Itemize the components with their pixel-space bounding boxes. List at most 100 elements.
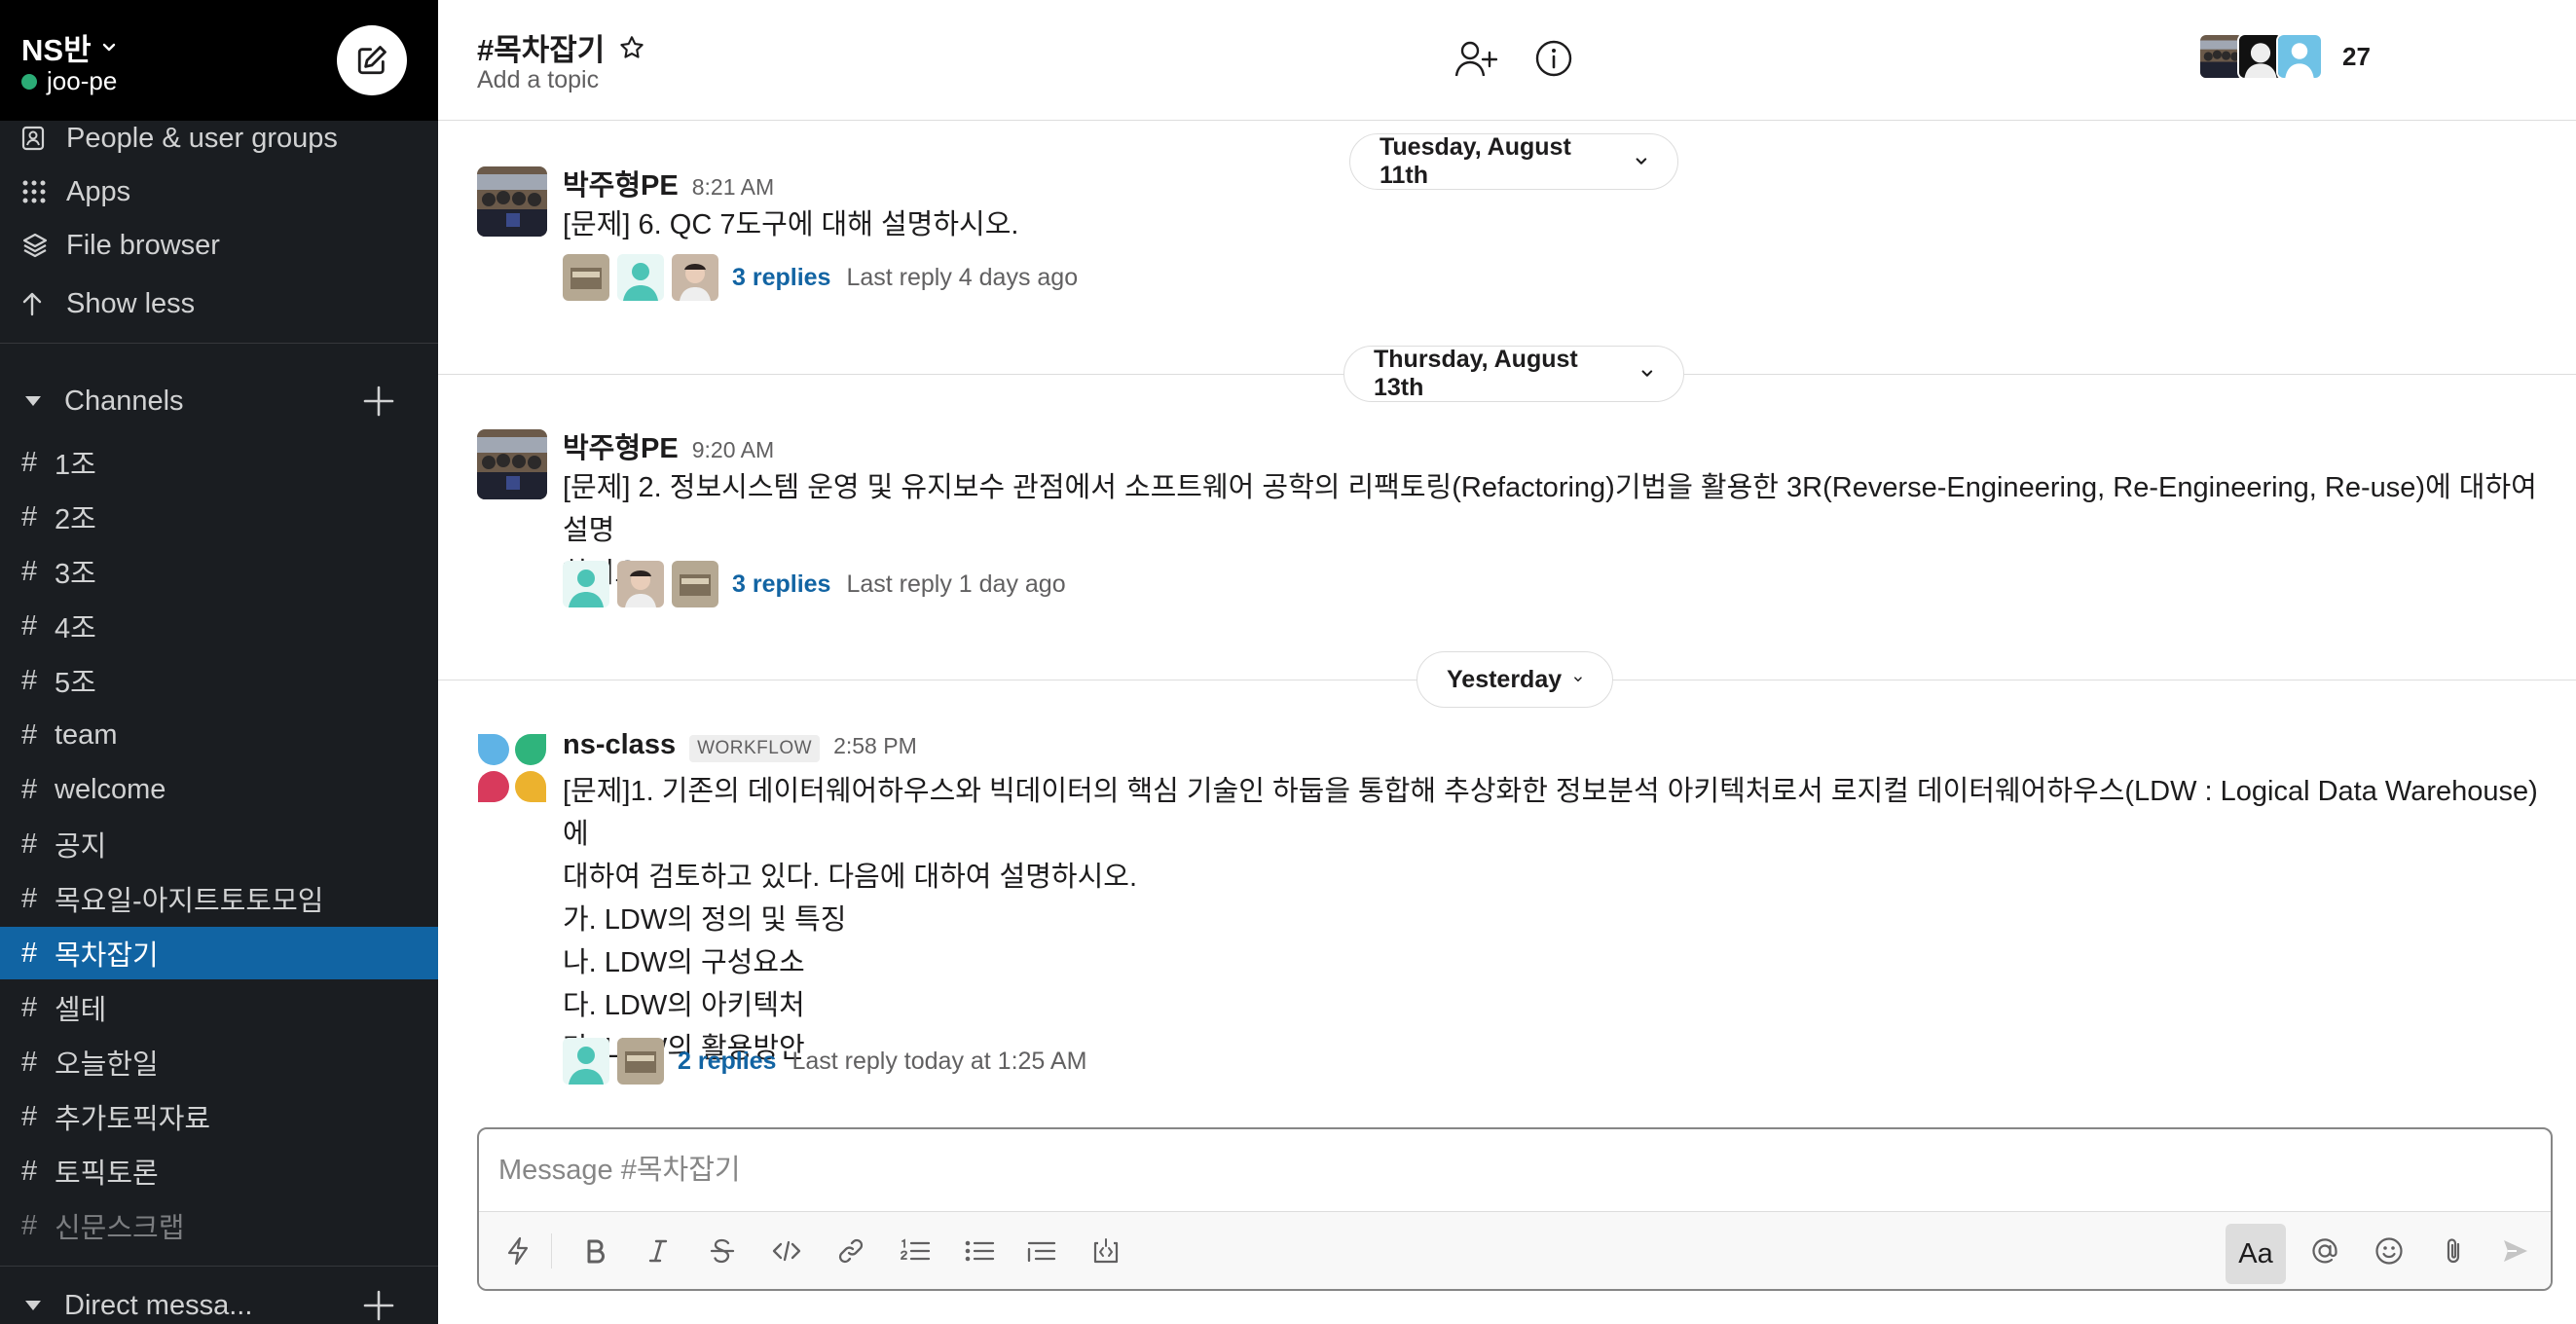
current-user[interactable]: joo-pe (21, 66, 117, 96)
message-author[interactable]: ns-class (563, 729, 676, 761)
channel-hash-icon: # (21, 991, 38, 1023)
sidebar-item-show-less[interactable]: Show less (0, 277, 438, 330)
sidebar-item-channel[interactable]: # 토픽토론 (0, 1145, 438, 1197)
people-icon (21, 126, 45, 151)
date-divider-label: Thursday, August 13th (1374, 346, 1578, 401)
channel-details-button[interactable] (1530, 35, 1577, 82)
chevron-down-icon (102, 43, 115, 51)
workspace-header: NS반 joo-pe (0, 0, 438, 121)
add-dm-icon[interactable] (362, 1289, 395, 1322)
code-block-button[interactable] (1081, 1226, 1131, 1276)
sidebar-item-channel[interactable]: # 목차잡기 (0, 927, 438, 979)
channel-title-button[interactable]: #목차잡기 (477, 25, 645, 69)
sidebar-item-channel[interactable]: # 목요일-아지트토토모임 (0, 872, 438, 925)
italic-button[interactable] (633, 1226, 683, 1276)
thread-summary[interactable]: 3 replies Last reply 1 day ago (563, 560, 1066, 608)
compose-button[interactable] (337, 25, 407, 95)
bulleted-list-button[interactable] (954, 1226, 1005, 1276)
formatting-toggle-button[interactable]: Aa (2226, 1224, 2286, 1284)
sidebar-item-channel[interactable]: # 셀테 (0, 981, 438, 1034)
emoji-icon (2375, 1237, 2403, 1265)
channel-header: #목차잡기 Add a topic 27 (438, 0, 2576, 121)
sidebar-item-channel[interactable]: #5조 (0, 654, 438, 707)
avatar[interactable] (477, 429, 547, 499)
channel-name: 토픽토론 (55, 1158, 159, 1190)
strikethrough-button[interactable] (697, 1226, 748, 1276)
message-timestamp[interactable]: 8:21 AM (692, 174, 774, 201)
message-author[interactable]: 박주형PE (563, 425, 679, 466)
sidebar-item-channel[interactable]: # team (0, 709, 438, 761)
channel-hash-icon: # (21, 500, 38, 533)
replies-link[interactable]: 3 replies (732, 264, 830, 292)
compose-icon (357, 46, 386, 75)
add-channel-icon[interactable] (362, 385, 395, 418)
star-icon[interactable] (618, 34, 645, 61)
channels-section-label: Channels (64, 385, 184, 417)
sidebar-item-channel[interactable]: # 신문스크랩 (0, 1199, 438, 1252)
channel-name: 목요일-아지트토토모임 (55, 886, 324, 917)
formatting-toggle-label: Aa (2238, 1237, 2273, 1269)
sidebar-item-apps[interactable]: Apps (0, 166, 438, 218)
send-button[interactable] (2490, 1226, 2541, 1276)
bold-button[interactable] (570, 1226, 621, 1276)
add-people-button[interactable] (1453, 35, 1499, 82)
chevron-down-icon (1574, 677, 1582, 681)
message-timestamp[interactable]: 9:20 AM (692, 437, 774, 463)
sidebar-item-channel[interactable]: # 추가토픽자료 (0, 1090, 438, 1143)
direct-messages-section-header[interactable]: Direct messa... (0, 1279, 438, 1324)
channel-hash-icon: # (21, 1100, 38, 1132)
avatar[interactable] (477, 166, 547, 237)
paperclip-icon (2447, 1238, 2460, 1264)
emoji-button[interactable] (2364, 1226, 2414, 1276)
sidebar-item-people[interactable]: People & user groups (0, 112, 438, 165)
channel-hash-icon: # (21, 773, 38, 805)
shortcuts-button[interactable] (493, 1226, 543, 1276)
sidebar-item-label: People & user groups (66, 122, 338, 154)
channel-topic[interactable]: Add a topic (477, 66, 599, 94)
channel-name: 3조 (55, 559, 96, 590)
sidebar-item-channel[interactable]: #2조 (0, 491, 438, 543)
sidebar-item-channel[interactable]: #3조 (0, 545, 438, 598)
date-divider-button[interactable]: Yesterday (1417, 651, 1613, 708)
mention-button[interactable] (2300, 1226, 2350, 1276)
arrow-up-icon (22, 292, 42, 316)
replies-link[interactable]: 3 replies (732, 570, 830, 599)
group-photo-avatar (477, 429, 547, 499)
sidebar-item-channel[interactable]: # 공지 (0, 818, 438, 870)
channel-hash-icon: # (21, 555, 38, 587)
thread-participant-avatar (617, 1038, 664, 1085)
link-button[interactable] (826, 1226, 876, 1276)
attach-button[interactable] (2428, 1226, 2479, 1276)
channels-section-header[interactable]: Channels (0, 375, 438, 427)
message-timestamp[interactable]: 2:58 PM (833, 733, 917, 759)
indent-button[interactable] (1016, 1226, 1067, 1276)
strikethrough-icon (710, 1238, 735, 1264)
composer-toolbar: Aa (479, 1211, 2551, 1289)
date-divider-button[interactable]: Tuesday, August 11th (1349, 133, 1678, 190)
chevron-down-icon (1641, 370, 1653, 377)
last-reply-text: Last reply today at 1:25 AM (791, 1047, 1087, 1075)
workspace-name: NS반 (21, 33, 92, 67)
thread-participant-avatar (617, 561, 664, 607)
sidebar-item-channel[interactable]: # 오늘한일 (0, 1036, 438, 1088)
workspace-menu-button[interactable]: NS반 (21, 25, 117, 69)
code-button[interactable] (761, 1226, 812, 1276)
channel-name: 4조 (55, 613, 96, 644)
code-icon (772, 1240, 801, 1262)
member-list-button[interactable]: 27 (2198, 33, 2371, 80)
replies-link[interactable]: 2 replies (678, 1048, 776, 1076)
message-line: [문제]1. 기존의 데이터웨어하우스와 빅데이터의 핵심 기술인 하둡을 통합… (563, 776, 2538, 850)
sidebar-item-label: Apps (66, 175, 131, 207)
avatar[interactable] (477, 733, 547, 803)
sidebar-item-channel[interactable]: # welcome (0, 763, 438, 816)
ordered-list-button[interactable] (890, 1226, 940, 1276)
thread-summary[interactable]: 2 replies Last reply today at 1:25 AM (563, 1037, 1086, 1085)
member-count: 27 (2342, 41, 2371, 71)
sidebar-item-file-browser[interactable]: File browser (0, 219, 438, 272)
thread-summary[interactable]: 3 replies Last reply 4 days ago (563, 253, 1078, 302)
date-divider-button[interactable]: Thursday, August 13th (1343, 346, 1684, 402)
message-author[interactable]: 박주형PE (563, 163, 679, 203)
sidebar-item-channel[interactable]: #1조 (0, 436, 438, 489)
sidebar-item-channel[interactable]: #4조 (0, 600, 438, 652)
message-input[interactable] (498, 1149, 2533, 1192)
